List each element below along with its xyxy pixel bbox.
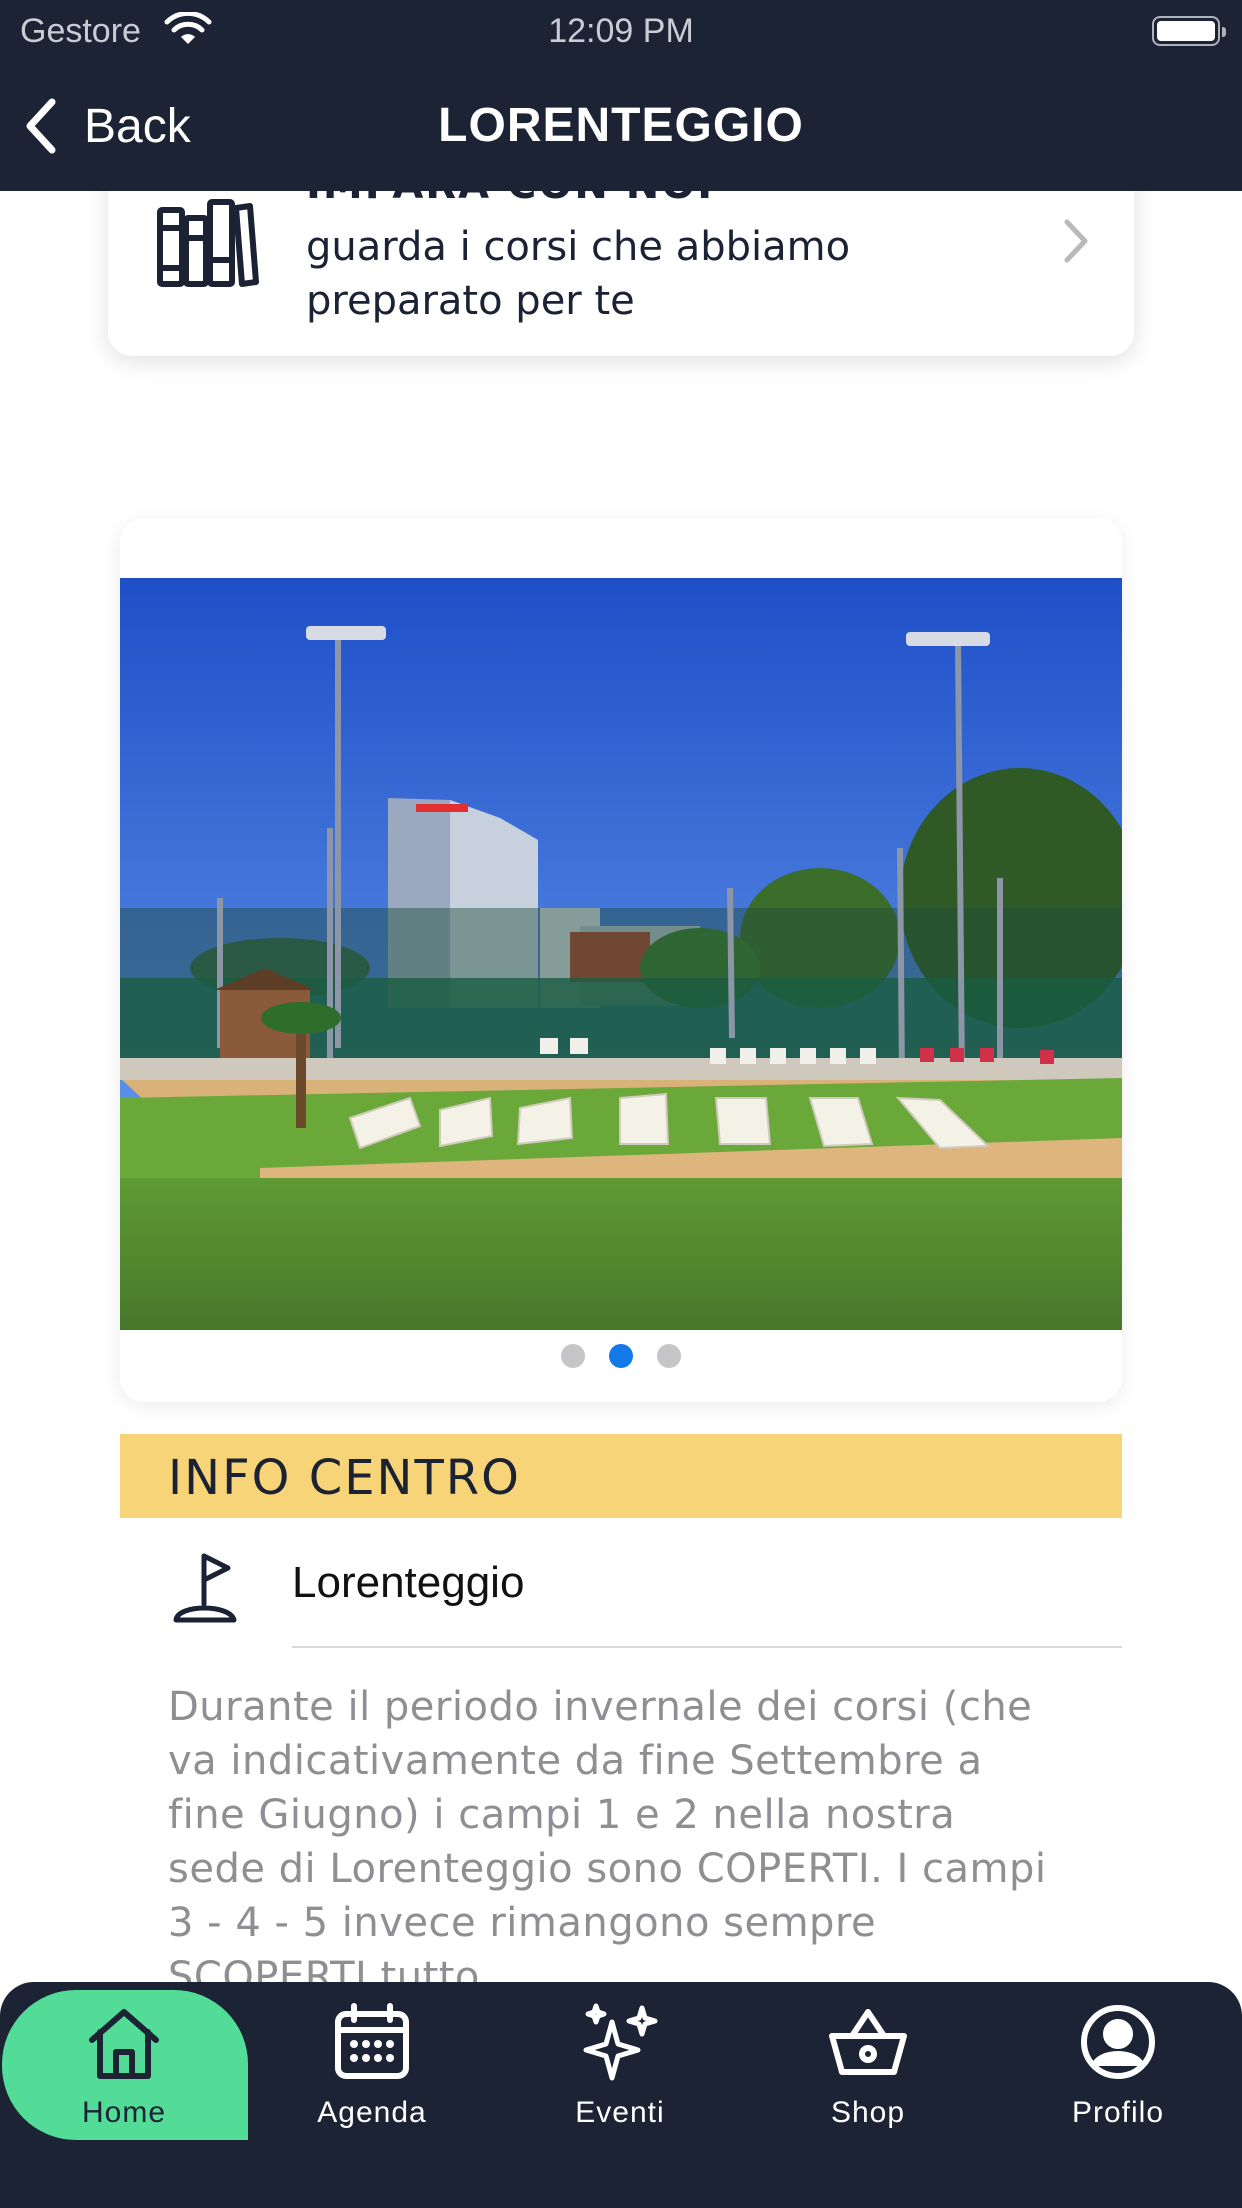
tab-label: Agenda <box>317 2096 427 2129</box>
tab-bar: Home Agenda Eventi Shop Profilo <box>0 1982 1242 2208</box>
tab-eventi[interactable]: Eventi <box>496 1982 744 2142</box>
basket-icon <box>829 2009 907 2075</box>
tab-home[interactable]: Home <box>0 1982 248 2142</box>
tab-label: Shop <box>830 2096 906 2129</box>
venue-photo[interactable] <box>120 578 1122 1330</box>
sparkles-icon <box>583 2003 658 2081</box>
gallery-dot[interactable] <box>657 1344 681 1368</box>
location-name: Lorenteggio <box>292 1558 525 1607</box>
location-row: Lorenteggio <box>120 1540 1122 1650</box>
calendar-icon <box>335 2003 409 2079</box>
info-section-header: INFO CENTRO <box>120 1434 1122 1518</box>
profile-icon <box>1081 2005 1155 2079</box>
tab-label: Home <box>81 2096 167 2129</box>
info-header-label: INFO CENTRO <box>168 1450 521 1506</box>
page-title: LORENTEGGIO <box>438 99 804 152</box>
tab-label: Eventi <box>575 2096 665 2129</box>
tab-agenda[interactable]: Agenda <box>248 1982 496 2142</box>
status-bar: Gestore 12:09 PM <box>0 0 1242 60</box>
tab-label: Profilo <box>1071 2096 1165 2129</box>
courses-subtitle: guarda i corsi che abbiamo preparato per… <box>306 224 851 324</box>
tab-profilo[interactable]: Profilo <box>994 1982 1242 2142</box>
home-icon <box>89 2009 159 2079</box>
top-bar: Gestore 12:09 PM Back LORENTEGGIO <box>0 0 1242 191</box>
battery-icon <box>1152 16 1226 46</box>
gallery-dot[interactable] <box>561 1344 585 1368</box>
tab-shop[interactable]: Shop <box>744 1982 992 2142</box>
golf-flag-icon <box>173 1553 237 1623</box>
divider <box>292 1646 1122 1648</box>
gallery-dot-active[interactable] <box>609 1344 633 1368</box>
photo-gallery[interactable] <box>120 518 1122 1402</box>
books-icon <box>157 199 259 287</box>
center-description: Durante il periodo invernale dei corsi (… <box>168 1684 1047 2000</box>
gallery-pagination <box>120 1344 1122 1368</box>
status-time: 12:09 PM <box>548 12 694 50</box>
chevron-right-icon <box>1064 219 1088 263</box>
